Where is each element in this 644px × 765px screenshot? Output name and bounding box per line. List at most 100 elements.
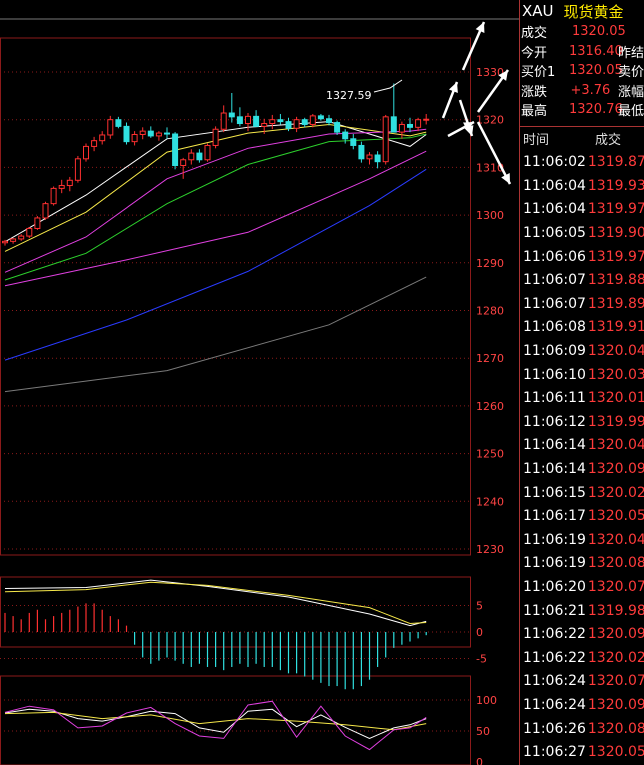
tape-row[interactable]: 11:06:04 1319.97 — [520, 198, 644, 222]
tape-price: 1319.93 — [587, 177, 644, 194]
candle-body — [309, 115, 316, 125]
tape-time: 11:06:22 — [523, 626, 586, 643]
tape-row[interactable]: 11:06:09 1320.04 — [520, 339, 644, 363]
tape-time: 11:06:12 — [523, 413, 586, 430]
tape-time: 11:06:05 — [523, 225, 586, 242]
kdj-tick-label: 0 — [476, 756, 483, 765]
candle-body — [407, 123, 413, 128]
tape-price: 1319.89 — [587, 295, 644, 312]
candle-body — [277, 119, 284, 123]
tape-row[interactable]: 11:06:08 1319.91 — [520, 316, 644, 340]
tape-row[interactable]: 11:06:17 1320.05 — [520, 504, 644, 528]
candle-body — [212, 128, 219, 146]
tape-row[interactable]: 11:06:22 1320.09 — [520, 622, 644, 646]
price-tick-label: 1300 — [476, 209, 504, 222]
tape-row[interactable]: 11:06:07 1319.88 — [520, 268, 644, 292]
drawn-arrows[interactable] — [441, 21, 512, 185]
tape-time: 11:06:04 — [523, 177, 586, 194]
tape-row[interactable]: 11:06:04 1319.93 — [520, 174, 644, 198]
tape-row[interactable]: 11:06:15 1320.02 — [520, 481, 644, 505]
quote-table: 成交 1320.05 今开 1316.40 昨结 买价1 1320.05 卖价 涨跌 +3.76 涨… — [520, 22, 644, 120]
quote-label: 今开 — [521, 45, 548, 61]
tape-time: 11:06:02 — [523, 154, 586, 171]
tape-row[interactable]: 11:06:11 1320.01 — [520, 386, 644, 410]
kdj-k-line — [4, 708, 427, 739]
candle-body — [358, 144, 365, 160]
price-tick-label: 1280 — [476, 305, 504, 318]
tape-row[interactable]: 11:06:07 1319.89 — [520, 292, 644, 316]
tape-row[interactable]: 11:06:21 1319.98 — [520, 599, 644, 623]
quote-row: 成交 1320.05 — [520, 22, 644, 42]
tape-row[interactable]: 11:06:05 1319.90 — [520, 221, 644, 245]
kdj-panel-frame — [0, 675, 471, 765]
symbol-name: 现货黄金 — [563, 2, 624, 21]
ma-line — [4, 168, 427, 361]
symbol-code: XAU — [522, 2, 554, 20]
candle-body — [301, 119, 308, 125]
tape-time: 11:06:07 — [523, 295, 586, 312]
tape-time: 11:06:09 — [523, 343, 586, 360]
tape-row[interactable]: 11:06:20 1320.07 — [520, 575, 644, 599]
tape-row[interactable]: 11:06:12 1319.99 — [520, 410, 644, 434]
moving-averages — [4, 121, 427, 393]
tape-row[interactable]: 11:06:19 1320.08 — [520, 552, 644, 576]
tape-price: 1320.05 — [587, 508, 644, 525]
tape-time: 11:06:14 — [523, 461, 586, 478]
tape-time: 11:06:11 — [523, 390, 586, 407]
candle-body — [317, 115, 324, 120]
tape-price: 1319.98 — [587, 602, 644, 619]
candle-body — [253, 115, 260, 127]
candle-body — [164, 132, 170, 135]
quote-label: 涨跌 — [521, 84, 548, 100]
kline-chart[interactable]: 1330132013101300129012801270126012501240… — [0, 0, 519, 765]
tape-row[interactable]: 11:06:24 1320.07 — [520, 670, 644, 694]
tape-time: 11:06:14 — [523, 437, 586, 454]
tape-time: 11:06:27 — [523, 744, 586, 761]
tape-time: 11:06:06 — [523, 248, 586, 265]
kdj-tick-label: 50 — [476, 725, 490, 738]
tape-row[interactable]: 11:06:06 1319.97 — [520, 245, 644, 269]
tape-header-time: 时间 — [523, 133, 550, 148]
macd-tick-label: 0 — [476, 626, 483, 639]
quote-row: 买价1 1320.05 卖价 — [520, 61, 644, 81]
tape-price: 1320.07 — [587, 673, 644, 690]
tape-price: 1320.04 — [587, 437, 644, 454]
tape-row[interactable]: 11:06:19 1320.04 — [520, 528, 644, 552]
tape-time: 11:06:22 — [523, 649, 586, 666]
tape-price: 1320.07 — [587, 578, 644, 595]
trade-tape[interactable]: 11:06:02 1319.87 11:06:04 1319.93 11:06:04 13… — [520, 151, 644, 764]
tape-row[interactable]: 11:06:10 1320.03 — [520, 363, 644, 387]
tape-row[interactable]: 11:06:14 1320.04 — [520, 434, 644, 458]
tape-time: 11:06:17 — [523, 508, 586, 525]
tape-row[interactable]: 11:06:26 1320.08 — [520, 717, 644, 741]
candle-body — [83, 145, 89, 160]
tape-row[interactable]: 11:06:27 1320.05 — [520, 740, 644, 764]
candle-body — [334, 122, 341, 133]
price-tick-label: 1230 — [476, 543, 504, 556]
ma-line — [4, 150, 427, 287]
tape-time: 11:06:21 — [523, 602, 586, 619]
tape-row[interactable]: 11:06:22 1320.02 — [520, 646, 644, 670]
tape-header-price: 成交 — [595, 133, 622, 148]
candle-body — [18, 235, 25, 240]
symbol-header: XAU 现货黄金 — [520, 0, 644, 22]
quote-label-2: 卖价 — [617, 65, 644, 81]
quote-row: 今开 1316.40 昨结 — [520, 42, 644, 62]
candle-body — [196, 152, 203, 161]
candle-body — [66, 179, 73, 187]
tape-row[interactable]: 11:06:02 1319.87 — [520, 151, 644, 175]
candle-body — [180, 159, 187, 166]
arrow-shaft — [476, 121, 512, 185]
kdj-j-line — [4, 700, 427, 751]
tape-price: 1320.04 — [587, 531, 644, 548]
price-panel-frame — [0, 37, 471, 556]
candle-body — [228, 112, 235, 118]
peak-price-label: 1327.59 — [326, 89, 372, 102]
candle-body — [220, 112, 227, 130]
tape-row[interactable]: 11:06:24 1320.09 — [520, 693, 644, 717]
candle-body — [172, 133, 179, 166]
tape-time: 11:06:19 — [523, 531, 586, 548]
quote-label-2: 昨结 — [617, 45, 644, 61]
tape-row[interactable]: 11:06:14 1320.09 — [520, 457, 644, 481]
price-axis: 1330132013101300129012801270126012501240… — [476, 66, 504, 556]
